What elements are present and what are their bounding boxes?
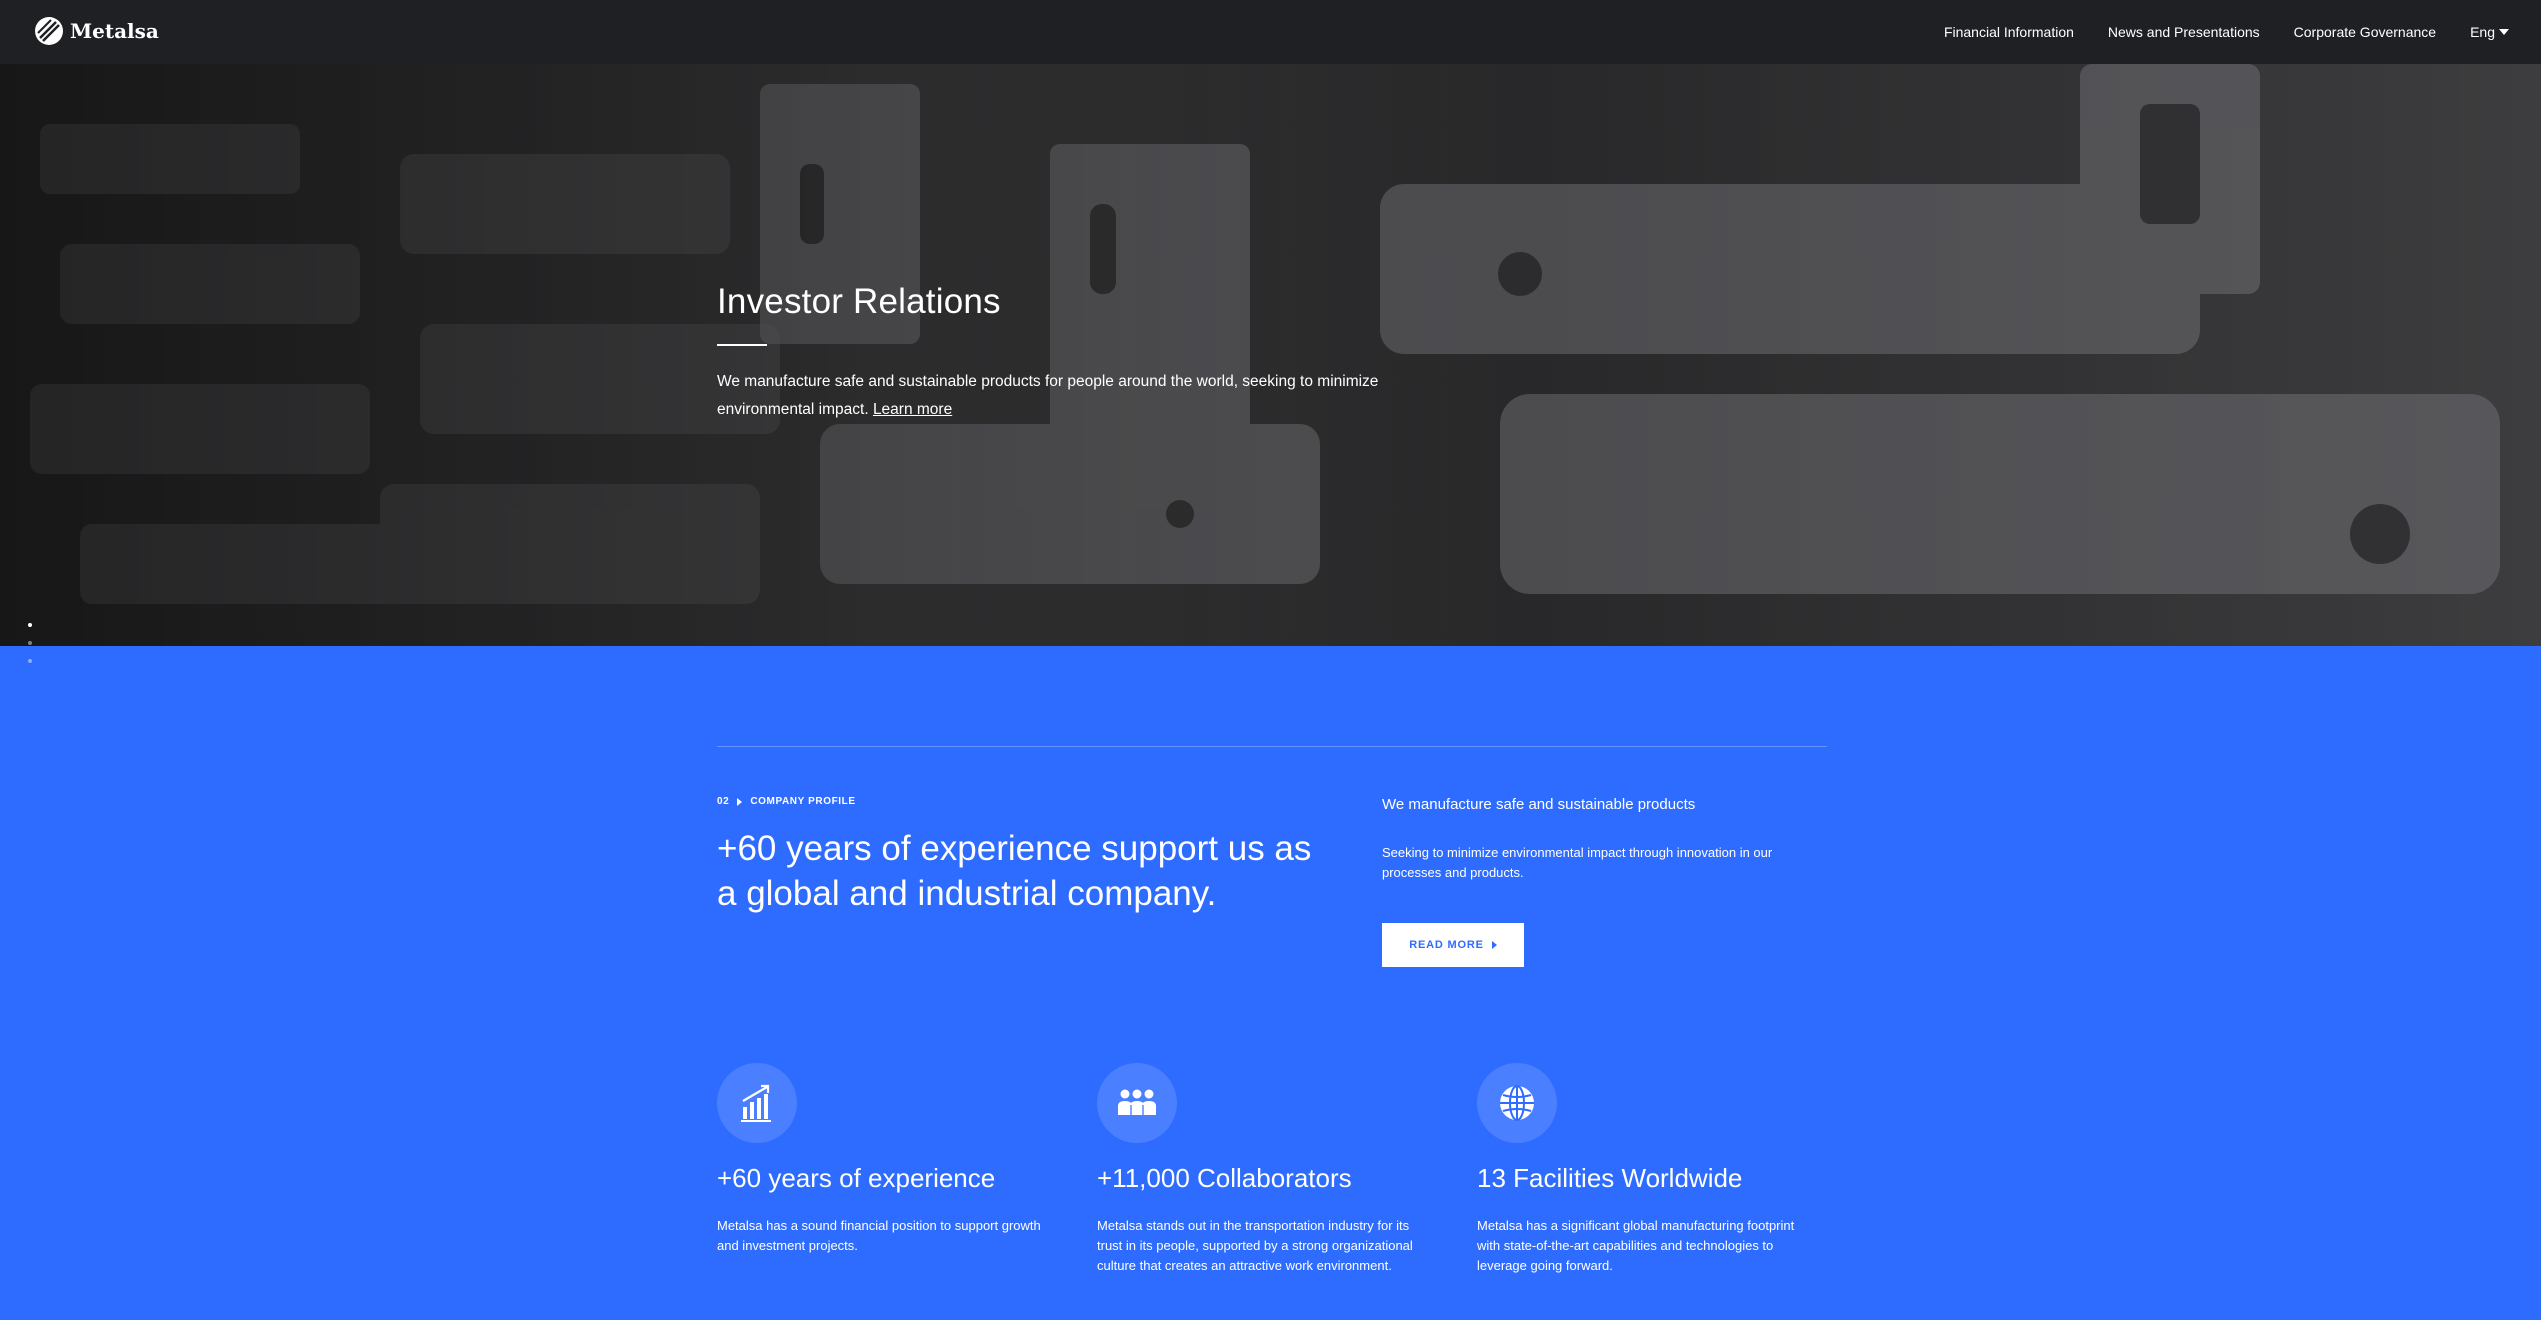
chevron-down-icon xyxy=(2499,29,2509,35)
nav-financial-information[interactable]: Financial Information xyxy=(1944,24,2074,40)
profile-summary-description: Seeking to minimize environmental impact… xyxy=(1382,845,1773,880)
section-divider xyxy=(717,746,1827,747)
hero-content: Investor Relations We manufacture safe a… xyxy=(717,282,1417,424)
profile-summary-title: We manufacture safe and sustainable prod… xyxy=(1382,796,1696,813)
profile-heading: +60 years of experience support us as a … xyxy=(717,829,1312,913)
hero-title: Investor Relations xyxy=(717,282,1001,321)
triangle-right-icon xyxy=(737,797,743,806)
language-selector[interactable]: Eng xyxy=(2470,24,2509,40)
pagination-dot-3[interactable] xyxy=(28,659,32,663)
learn-more-link[interactable]: Learn more xyxy=(873,401,952,418)
nav-news-and-presentations[interactable]: News and Presentations xyxy=(2108,24,2260,40)
language-label: Eng xyxy=(2470,24,2495,40)
section-pagination xyxy=(28,623,32,663)
globe-icon xyxy=(1477,1063,1557,1143)
section-kicker: 02 COMPANY PROFILE xyxy=(717,796,856,807)
stat-description: Metalsa stands out in the transportation… xyxy=(1097,1218,1413,1273)
stat-title: +60 years of experience xyxy=(717,1163,996,1193)
main-nav: Financial Information News and Presentat… xyxy=(1944,0,2509,64)
stat-facilities: 13 Facilities Worldwide Metalsa has a si… xyxy=(1477,1063,1817,1276)
hero-banner: Investor Relations We manufacture safe a… xyxy=(0,64,2541,646)
pagination-dot-1[interactable] xyxy=(28,623,32,627)
stat-title: +11,000 Collaborators xyxy=(1097,1163,1352,1193)
metalsa-logo[interactable]: Metalsa xyxy=(34,16,159,46)
hero-description: We manufacture safe and sustainable prod… xyxy=(717,368,1417,424)
kicker-number: 02 xyxy=(717,796,730,807)
profile-summary: We manufacture safe and sustainable prod… xyxy=(1382,796,1832,967)
stat-title: 13 Facilities Worldwide xyxy=(1477,1163,1743,1193)
stat-description: Metalsa has a significant global manufac… xyxy=(1477,1218,1795,1273)
top-navigation-bar: Metalsa Financial Information News and P… xyxy=(0,0,2541,64)
hero-divider xyxy=(717,344,767,346)
kicker-label: COMPANY PROFILE xyxy=(750,796,856,807)
read-more-label: READ MORE xyxy=(1409,939,1484,951)
nav-corporate-governance[interactable]: Corporate Governance xyxy=(2294,24,2436,40)
pagination-dot-2[interactable] xyxy=(28,641,32,645)
hero-description-text: We manufacture safe and sustainable prod… xyxy=(717,373,1379,418)
people-group-icon xyxy=(1097,1063,1177,1143)
read-more-button[interactable]: READ MORE xyxy=(1382,923,1524,967)
metalsa-logo-icon xyxy=(35,17,63,45)
logo-text: Metalsa xyxy=(70,19,159,43)
stat-experience: +60 years of experience Metalsa has a so… xyxy=(717,1063,1057,1256)
stat-collaborators: +11,000 Collaborators Metalsa stands out… xyxy=(1097,1063,1437,1276)
stat-description: Metalsa has a sound financial position t… xyxy=(717,1218,1041,1253)
triangle-right-icon xyxy=(1491,941,1497,949)
growth-chart-icon xyxy=(717,1063,797,1143)
